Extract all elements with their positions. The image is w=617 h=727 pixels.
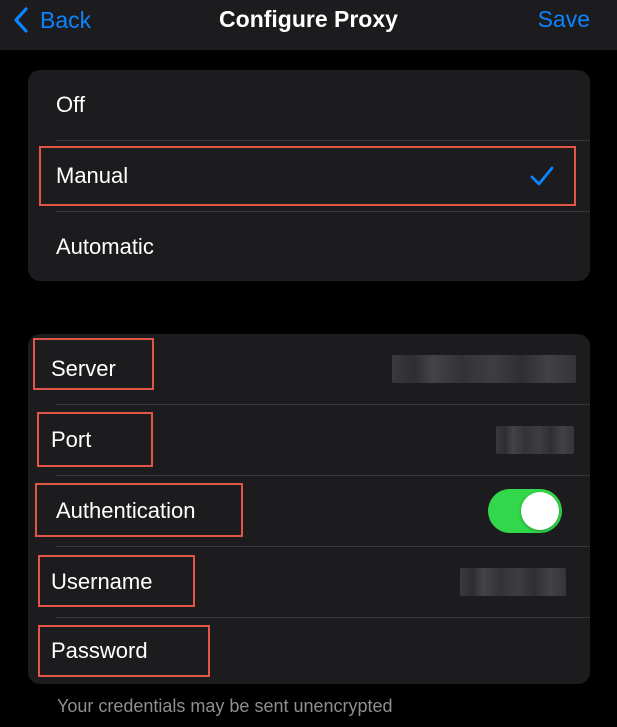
proxy-mode-off-label: Off bbox=[56, 92, 85, 117]
port-label: Port bbox=[51, 427, 92, 452]
password-row[interactable]: Password bbox=[28, 618, 590, 684]
username-label: Username bbox=[51, 569, 153, 594]
server-value-redacted[interactable] bbox=[392, 355, 576, 383]
authentication-row: Authentication bbox=[28, 476, 590, 546]
port-value-redacted[interactable] bbox=[496, 426, 574, 454]
proxy-mode-manual-label: Manual bbox=[56, 163, 129, 188]
username-row[interactable]: Username bbox=[28, 547, 590, 617]
password-label: Password bbox=[51, 638, 148, 663]
navigation-bar: Back Configure Proxy Save bbox=[0, 0, 617, 50]
port-row[interactable]: Port bbox=[28, 405, 590, 475]
server-row[interactable]: Server bbox=[28, 334, 590, 404]
proxy-mode-manual[interactable]: Manual bbox=[28, 141, 590, 211]
toggle-knob bbox=[521, 492, 559, 530]
proxy-mode-automatic-label: Automatic bbox=[56, 234, 154, 259]
proxy-settings-group: Server Port Authentication Username Pass… bbox=[28, 334, 590, 684]
footer-note: Your credentials may be sent unencrypted bbox=[57, 696, 393, 716]
page-title: Configure Proxy bbox=[219, 6, 398, 32]
proxy-mode-automatic[interactable]: Automatic bbox=[28, 212, 590, 281]
authentication-toggle[interactable] bbox=[488, 489, 562, 533]
username-value-redacted[interactable] bbox=[460, 568, 566, 596]
server-label: Server bbox=[51, 356, 116, 381]
checkmark-icon bbox=[530, 166, 554, 186]
authentication-label: Authentication bbox=[56, 498, 196, 523]
proxy-mode-off[interactable]: Off bbox=[28, 70, 590, 140]
proxy-mode-group: Off Manual Automatic bbox=[28, 70, 590, 281]
save-button[interactable]: Save bbox=[538, 6, 590, 33]
